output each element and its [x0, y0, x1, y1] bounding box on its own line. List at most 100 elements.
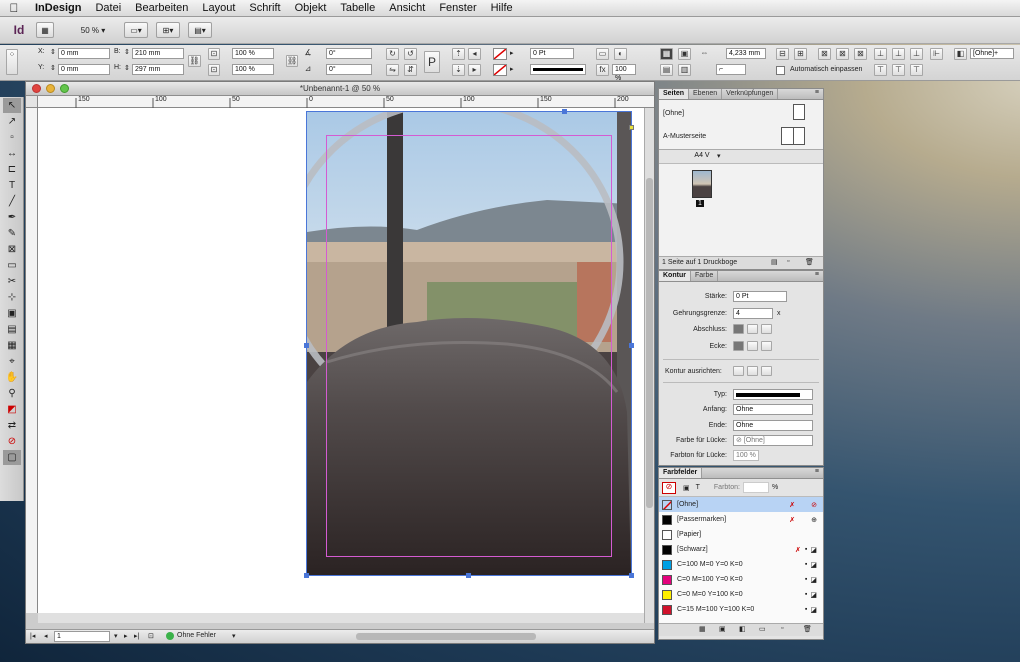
- pen-tool-icon[interactable]: ✒: [3, 210, 21, 225]
- round-join-icon[interactable]: [747, 341, 758, 351]
- align-outside-stroke-icon[interactable]: [761, 366, 772, 376]
- delete-swatch-icon[interactable]: 🗑: [803, 625, 812, 633]
- corner-options-field[interactable]: ⌐: [716, 64, 746, 75]
- new-swatch-icon[interactable]: ▫: [781, 625, 783, 632]
- tab-verknuepfungen[interactable]: Verknüpfungen: [722, 89, 779, 99]
- close-window-icon[interactable]: [32, 84, 41, 93]
- frame-handle[interactable]: [629, 343, 634, 348]
- height-field[interactable]: 297 mm: [132, 64, 184, 75]
- frame-handle[interactable]: [304, 573, 309, 578]
- menu-bearbeiten[interactable]: Bearbeiten: [128, 2, 195, 14]
- gap-color-select[interactable]: ⊘ [Ohne]: [733, 435, 813, 446]
- center-content-icon[interactable]: ⊠: [854, 48, 867, 60]
- stroke-weight-field[interactable]: 0 Pt: [733, 291, 787, 302]
- square-cap-icon[interactable]: [761, 324, 772, 334]
- live-corner-handle[interactable]: [629, 125, 634, 130]
- fill-stroke-icon[interactable]: ◩: [3, 402, 21, 417]
- a-master-label[interactable]: A-Musterseite: [663, 133, 706, 140]
- y-position-field[interactable]: 0 mm: [58, 64, 110, 75]
- autofit-checkbox[interactable]: [776, 66, 785, 75]
- minimize-window-icon[interactable]: [46, 84, 55, 93]
- content-collector-icon[interactable]: ⊏: [3, 162, 21, 177]
- delete-page-icon[interactable]: 🗑: [805, 258, 814, 266]
- show-color-swatches-icon[interactable]: ▣: [719, 625, 726, 633]
- direct-selection-tool-icon[interactable]: ↗: [3, 114, 21, 129]
- text-wrap-shape-icon[interactable]: ▤: [660, 64, 673, 76]
- show-all-swatches-icon[interactable]: ▦: [699, 625, 706, 633]
- menu-app-name[interactable]: InDesign: [28, 2, 88, 14]
- object-style-select[interactable]: [Ohne]+: [970, 48, 1014, 59]
- swatch-row-black[interactable]: [Schwarz] ✗ ▪ ◪: [659, 542, 823, 557]
- frame-handle[interactable]: [629, 573, 634, 578]
- panel-menu-icon[interactable]: ≡: [815, 271, 823, 281]
- gap-field[interactable]: 4,233 mm: [726, 48, 766, 59]
- scissors-tool-icon[interactable]: ✂: [3, 274, 21, 289]
- page-tool-icon[interactable]: ▫: [3, 130, 21, 145]
- tab-ebenen[interactable]: Ebenen: [689, 89, 723, 99]
- constrain-scale-icon[interactable]: ⛓: [286, 55, 298, 67]
- reference-point-icon[interactable]: ⁘: [6, 49, 18, 75]
- screen-mode-icon[interactable]: ▢: [3, 450, 21, 465]
- none-master-label[interactable]: [Ohne]: [663, 110, 684, 117]
- menu-ansicht[interactable]: Ansicht: [382, 2, 432, 14]
- stroke-menu-chevron-icon[interactable]: ▸: [510, 65, 514, 73]
- miter-join-icon[interactable]: [733, 341, 744, 351]
- scale-x-field[interactable]: 100 %: [232, 48, 274, 59]
- page-number-field[interactable]: 1: [54, 631, 110, 642]
- tab-seiten[interactable]: Seiten: [659, 89, 690, 99]
- shear-angle-field[interactable]: 0°: [326, 64, 372, 75]
- align-center-stroke-icon[interactable]: [733, 366, 744, 376]
- vertical-scrollbar[interactable]: [644, 108, 654, 623]
- effects-icon[interactable]: fx: [596, 64, 609, 76]
- swatch-row-none[interactable]: [Ohne] ✗ ⊘: [659, 497, 823, 512]
- swatch-row-cyan[interactable]: C=100 M=0 Y=0 K=0 ▪ ◪: [659, 557, 823, 572]
- zoom-tool-icon[interactable]: ⚲: [3, 386, 21, 401]
- first-page-icon[interactable]: |◂: [30, 632, 35, 640]
- ruler-origin[interactable]: [26, 96, 38, 108]
- text-wrap-box-icon[interactable]: ▣: [678, 48, 691, 60]
- apply-none-icon[interactable]: ⊘: [3, 434, 21, 449]
- fill-menu-chevron-icon[interactable]: ▸: [510, 49, 514, 57]
- menu-layout[interactable]: Layout: [195, 2, 242, 14]
- rotation-angle-field[interactable]: 0°: [326, 48, 372, 59]
- flip-horizontal-icon[interactable]: ⇋: [386, 64, 399, 76]
- miter-limit-field[interactable]: 4: [733, 308, 773, 319]
- fill-frame-icon[interactable]: ⊠: [818, 48, 831, 60]
- h-stepper-icon[interactable]: ⇕: [124, 64, 130, 72]
- align-inside-stroke-icon[interactable]: [747, 366, 758, 376]
- select-container-icon[interactable]: ⇡: [452, 48, 465, 60]
- fitting-icon[interactable]: ⊟: [776, 48, 789, 60]
- butt-cap-icon[interactable]: [733, 324, 744, 334]
- arrange-documents-button[interactable]: ▤▾: [188, 22, 212, 38]
- eyedropper-tool-icon[interactable]: ⌖: [3, 354, 21, 369]
- swatch-row-registration[interactable]: [Passermarken] ✗ ⊕: [659, 512, 823, 527]
- menu-hilfe[interactable]: Hilfe: [484, 2, 520, 14]
- select-next-icon[interactable]: ▸: [468, 64, 481, 76]
- tab-kontur[interactable]: Kontur: [659, 271, 691, 281]
- gradient-feather-tool-icon[interactable]: ▤: [3, 322, 21, 337]
- tint-field[interactable]: [742, 482, 769, 493]
- menu-tabelle[interactable]: Tabelle: [333, 2, 382, 14]
- last-page-icon[interactable]: ▸|: [134, 632, 139, 640]
- zoom-select[interactable]: 50 % ▾: [70, 22, 116, 38]
- width-field[interactable]: 210 mm: [132, 48, 184, 59]
- scale-y-field[interactable]: 100 %: [232, 64, 274, 75]
- x-stepper-icon[interactable]: ⇕: [50, 48, 56, 56]
- stroke-type-select[interactable]: [733, 389, 813, 400]
- document-canvas[interactable]: [38, 108, 644, 613]
- gap-tint-field[interactable]: 100 %: [733, 450, 759, 461]
- select-content-icon[interactable]: ⇣: [452, 64, 465, 76]
- stroke-weight-field[interactable]: 0 Pt: [530, 48, 574, 59]
- menu-objekt[interactable]: Objekt: [288, 2, 334, 14]
- rectangle-frame-tool-icon[interactable]: ⊠: [3, 242, 21, 257]
- next-page-icon[interactable]: ▸: [124, 632, 128, 640]
- menu-fenster[interactable]: Fenster: [432, 2, 483, 14]
- swatch-row-paper[interactable]: [Papier]: [659, 527, 823, 542]
- frame-handle[interactable]: [562, 109, 567, 114]
- flip-vertical-icon[interactable]: ⇵: [404, 64, 417, 76]
- note-tool-icon[interactable]: ▦: [3, 338, 21, 353]
- w-stepper-icon[interactable]: ⇕: [124, 48, 130, 56]
- apple-menu-icon[interactable]: : [0, 1, 28, 15]
- new-color-group-icon[interactable]: ▭: [759, 625, 766, 633]
- tint-field[interactable]: 100 %: [612, 64, 636, 82]
